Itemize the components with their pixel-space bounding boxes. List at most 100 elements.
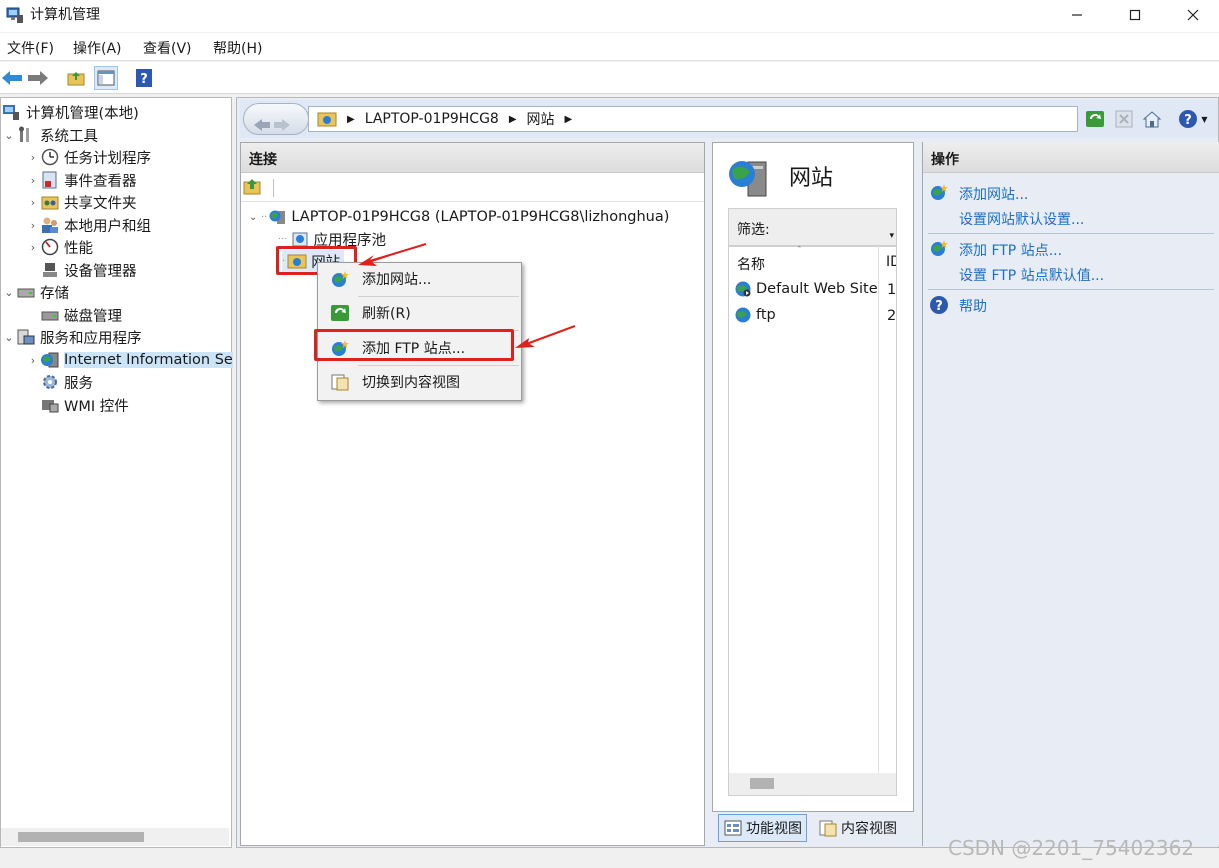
context-menu-refresh[interactable]: 刷新(R): [318, 297, 519, 329]
breadcrumb-separator-icon: ▶: [347, 113, 355, 125]
tree-item-storage[interactable]: ⌄ 存储: [2, 281, 69, 303]
action-add-ftp[interactable]: 添加 FTP 站点...: [959, 240, 1062, 260]
back-button[interactable]: [0, 66, 24, 90]
chevron-down-icon[interactable]: ⌄: [2, 129, 16, 142]
context-menu-content-view[interactable]: 切换到内容视图: [318, 366, 519, 398]
users-icon: [42, 217, 58, 233]
chevron-right-icon[interactable]: ›: [26, 196, 40, 209]
toolbar-divider: [273, 179, 274, 197]
watermark-text: CSDN @2201_75402362: [948, 836, 1195, 860]
minimize-button[interactable]: [1048, 0, 1106, 30]
tree-item-wmi[interactable]: WMI 控件: [40, 394, 129, 416]
chevron-right-icon[interactable]: ›: [26, 219, 40, 232]
scrollbar-thumb[interactable]: [18, 832, 144, 842]
chevron-down-icon[interactable]: ⌄: [249, 212, 261, 223]
column-header-name[interactable]: 名称: [737, 254, 765, 274]
action-ftp-defaults[interactable]: 设置 FTP 站点默认值...: [959, 265, 1104, 285]
table-row[interactable]: Default Web Site: [733, 280, 878, 298]
tree-label-services-apps: 服务和应用程序: [40, 330, 142, 347]
site-id-cell: 2: [887, 308, 897, 324]
help-button[interactable]: ?: [132, 66, 156, 90]
forward-button[interactable]: [26, 66, 50, 90]
iis-icon: [41, 352, 59, 368]
services-apps-icon: [17, 329, 35, 345]
tree-item-device-manager[interactable]: 设备管理器: [40, 259, 137, 281]
connect-icon[interactable]: [243, 178, 263, 200]
help-dropdown[interactable]: ? ▼: [1175, 107, 1211, 131]
action-separator: [928, 289, 1214, 290]
chevron-right-icon[interactable]: ›: [26, 241, 40, 254]
actions-header: 操作: [923, 143, 1219, 173]
sites-globe-icon: [729, 161, 767, 197]
action-site-defaults[interactable]: 设置网站默认设置...: [959, 209, 1084, 229]
home-icon[interactable]: [1140, 107, 1164, 131]
action-help[interactable]: 帮助: [959, 296, 987, 316]
action-add-site[interactable]: 添加网站...: [959, 184, 1028, 204]
scrollbar-thumb[interactable]: [750, 778, 774, 789]
help-icon: ?: [930, 296, 948, 314]
annotation-arrow-icon: [358, 243, 427, 266]
storage-icon: [17, 288, 35, 298]
menu-view[interactable]: 查看(V): [143, 38, 192, 58]
sort-indicator-icon: ˆ: [797, 246, 802, 256]
website-globe-icon: [735, 307, 751, 323]
tree-item-shared-folders[interactable]: › 共享文件夹: [26, 191, 137, 213]
filter-bar[interactable]: 筛选: ▾: [728, 208, 897, 246]
breadcrumb[interactable]: ▶ LAPTOP-01P9HCG8 ▶ 网站 ▶: [308, 106, 1078, 132]
breadcrumb-host[interactable]: LAPTOP-01P9HCG8: [365, 111, 499, 127]
menu-file[interactable]: 文件(F): [7, 38, 54, 58]
svg-text:?: ?: [1185, 113, 1193, 128]
tree-item-local-users[interactable]: › 本地用户和组: [26, 214, 151, 236]
tab-features-view[interactable]: 功能视图: [718, 814, 807, 842]
features-title: 网站: [789, 166, 834, 191]
tree-item-task-scheduler[interactable]: › 任务计划程序: [26, 146, 151, 168]
table-row[interactable]: ftp: [733, 306, 776, 324]
chevron-right-icon[interactable]: ›: [26, 354, 40, 367]
site-id-cell: 1: [887, 282, 897, 298]
breadcrumb-sites[interactable]: 网站: [527, 109, 555, 129]
maximize-button[interactable]: [1106, 0, 1164, 30]
stop-icon[interactable]: [1112, 107, 1136, 131]
sites-list: [728, 246, 897, 796]
tree-label-shared-folders: 共享文件夹: [64, 195, 137, 212]
connections-toolbar: [241, 174, 704, 202]
title-bar: [0, 0, 1219, 32]
menu-action[interactable]: 操作(A): [73, 38, 122, 58]
chevron-right-icon[interactable]: ›: [26, 174, 40, 187]
show-hide-console-tree-button[interactable]: [94, 66, 118, 90]
iis-folder-icon: [317, 112, 337, 127]
column-divider[interactable]: [878, 246, 879, 774]
connections-header: 连接: [241, 143, 704, 173]
tree-item-root[interactable]: 计算机管理(本地): [2, 101, 139, 123]
wmi-control-icon: [42, 400, 59, 413]
tree-item-services-apps[interactable]: ⌄ 服务和应用程序: [2, 326, 142, 348]
tree-item-event-viewer[interactable]: › 事件查看器: [26, 169, 137, 191]
tree-item-disk-management[interactable]: 磁盘管理: [40, 304, 122, 326]
tree-dotted-line: ···: [278, 233, 288, 245]
tree-item-iis[interactable]: › Internet Information Se: [26, 349, 233, 371]
server-icon: [269, 210, 286, 224]
chevron-down-icon[interactable]: ⌄: [2, 331, 16, 344]
globe-add-icon: [931, 184, 948, 200]
content-view-icon: [331, 374, 349, 391]
tree-label-storage: 存储: [40, 285, 69, 302]
conn-server-node[interactable]: ⌄ ·· LAPTOP-01P9HCG8 (LAPTOP-01P9HCG8\li…: [249, 206, 669, 228]
chevron-right-icon[interactable]: ›: [26, 151, 40, 164]
filter-dropdown-icon[interactable]: ▾: [889, 231, 894, 241]
tree-label-disk-management: 磁盘管理: [64, 308, 122, 325]
close-button[interactable]: [1164, 0, 1219, 30]
svg-text:?: ?: [935, 299, 943, 314]
window-title: 计算机管理: [30, 7, 100, 23]
tab-content-view[interactable]: 内容视图: [814, 814, 901, 842]
tree-item-services[interactable]: 服务: [40, 371, 93, 393]
menu-help[interactable]: 帮助(H): [213, 38, 262, 58]
tree-label-services: 服务: [64, 375, 93, 392]
site-name-cell: ftp: [756, 307, 776, 323]
chevron-down-icon[interactable]: ⌄: [2, 286, 16, 299]
refresh-icon[interactable]: [1083, 107, 1107, 131]
tree-item-performance[interactable]: › 性能: [26, 236, 93, 258]
tree-item-system-tools[interactable]: ⌄ 系统工具: [2, 124, 98, 146]
up-folder-icon[interactable]: [64, 66, 88, 90]
column-header-id[interactable]: ID: [886, 254, 896, 270]
tree-label-wmi: WMI 控件: [64, 398, 129, 415]
